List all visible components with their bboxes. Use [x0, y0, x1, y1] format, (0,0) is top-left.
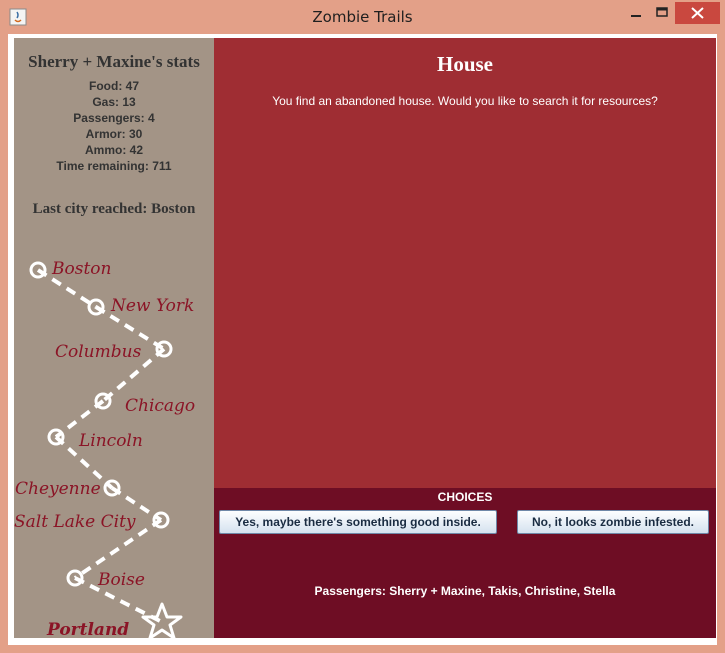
minimize-button[interactable]: [622, 2, 650, 24]
city-label-portland: Portland: [46, 620, 129, 638]
city-label-boise: Boise: [97, 570, 145, 590]
star-icon: [141, 602, 183, 638]
city-label-lincoln: Lincoln: [78, 431, 143, 451]
stats-sidebar: Sherry + Maxine's stats Food: 47 Gas: 13…: [14, 38, 214, 638]
route-map: Boston New York Columbus Chicago Lincoln…: [14, 259, 195, 638]
choices-title: CHOICES: [437, 490, 493, 504]
maximize-button[interactable]: [648, 2, 676, 24]
event-title: House: [436, 52, 493, 76]
city-label-columbus: Columbus: [55, 342, 142, 362]
passengers-list: Passengers: Sherry + Maxine, Takis, Chri…: [314, 584, 616, 598]
title-bar: Zombie Trails: [0, 0, 725, 34]
city-label-chicago: Chicago: [125, 396, 195, 416]
close-button[interactable]: [675, 2, 720, 24]
city-label-boston: Boston: [51, 259, 111, 279]
city-label-new-york: New York: [110, 296, 194, 316]
choice-skip-house-button[interactable]: No, it looks zombie infested.: [517, 510, 709, 534]
event-panel: House You find an abandoned house. Would…: [214, 38, 716, 488]
event-description: You find an abandoned house. Would you l…: [272, 94, 658, 108]
choices-panel: CHOICES Yes, maybe there's something goo…: [214, 488, 716, 638]
city-label-cheyenne: Cheyenne: [15, 479, 101, 499]
window-title: Zombie Trails: [312, 8, 413, 26]
city-label-salt-lake-city: Salt Lake City: [14, 512, 136, 532]
choice-search-house-button[interactable]: Yes, maybe there's something good inside…: [219, 510, 497, 534]
